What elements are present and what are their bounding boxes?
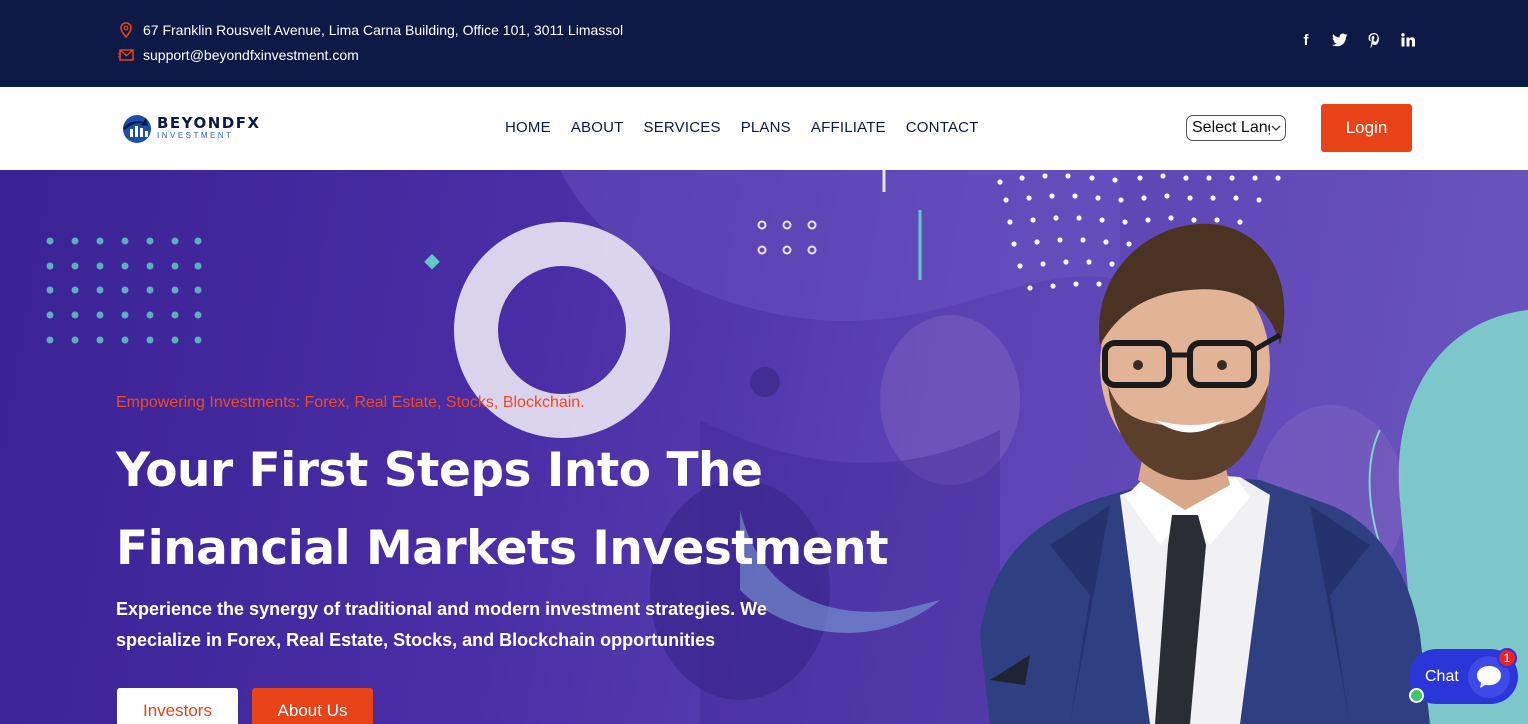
chevron-down-icon <box>1271 121 1281 140</box>
envelope-icon <box>118 47 134 63</box>
login-button[interactable]: Login <box>1321 104 1412 152</box>
about-us-button[interactable]: About Us <box>252 688 373 724</box>
logo-subtitle: INVESTMENT <box>157 131 234 140</box>
nav-affiliate[interactable]: AFFILIATE <box>811 119 886 136</box>
facebook-icon[interactable]: f <box>1298 31 1314 49</box>
location-pin-icon <box>118 22 134 38</box>
hero-description: Experience the synergy of traditional an… <box>116 599 767 650</box>
address-line: 67 Franklin Rousvelt Avenue, Lima Carna … <box>118 22 623 38</box>
address-text: 67 Franklin Rousvelt Avenue, Lima Carna … <box>143 22 624 38</box>
logo-mark-icon <box>123 115 151 143</box>
online-status-dot <box>1409 688 1424 703</box>
investors-button[interactable]: Investors <box>117 688 238 724</box>
twitter-icon[interactable] <box>1332 31 1348 49</box>
chat-label: Chat <box>1425 667 1459 685</box>
hero-headline-line2: Financial Markets Investment <box>116 521 889 576</box>
language-select[interactable]: Select Language <box>1186 115 1286 141</box>
top-info-bar: 67 Franklin Rousvelt Avenue, Lima Carna … <box>0 0 1528 87</box>
nav-home[interactable]: HOME <box>505 119 551 136</box>
linkedin-icon[interactable] <box>1400 31 1416 49</box>
pinterest-icon[interactable] <box>1366 31 1382 49</box>
nav-contact[interactable]: CONTACT <box>906 119 979 136</box>
social-links: f <box>1298 31 1416 49</box>
hero-headline: Your First Steps Into The Financial Mark… <box>116 432 916 588</box>
site-logo[interactable]: BEYONDFX INVESTMENT <box>121 112 261 144</box>
main-menu: HOME ABOUT SERVICES PLANS AFFILIATE CONT… <box>505 119 979 136</box>
hero-headline-line1: Your First Steps Into The <box>116 443 763 498</box>
hero-tagline: Empowering Investments: Forex, Real Esta… <box>116 394 585 411</box>
language-select-value: Select Language <box>1192 119 1270 136</box>
hero-section: Empowering Investments: Forex, Real Esta… <box>0 170 1528 724</box>
businessman-image <box>980 223 1430 724</box>
nav-about[interactable]: ABOUT <box>571 119 624 136</box>
chat-widget[interactable]: Chat 1 <box>1409 648 1518 704</box>
logo-name: BEYONDFX <box>157 114 261 132</box>
email-link[interactable]: support@beyondfxinvestment.com <box>143 47 359 63</box>
nav-services[interactable]: SERVICES <box>644 119 721 136</box>
email-line[interactable]: support@beyondfxinvestment.com <box>118 47 359 63</box>
chat-unread-badge: 1 <box>1497 648 1517 668</box>
nav-plans[interactable]: PLANS <box>741 119 791 136</box>
